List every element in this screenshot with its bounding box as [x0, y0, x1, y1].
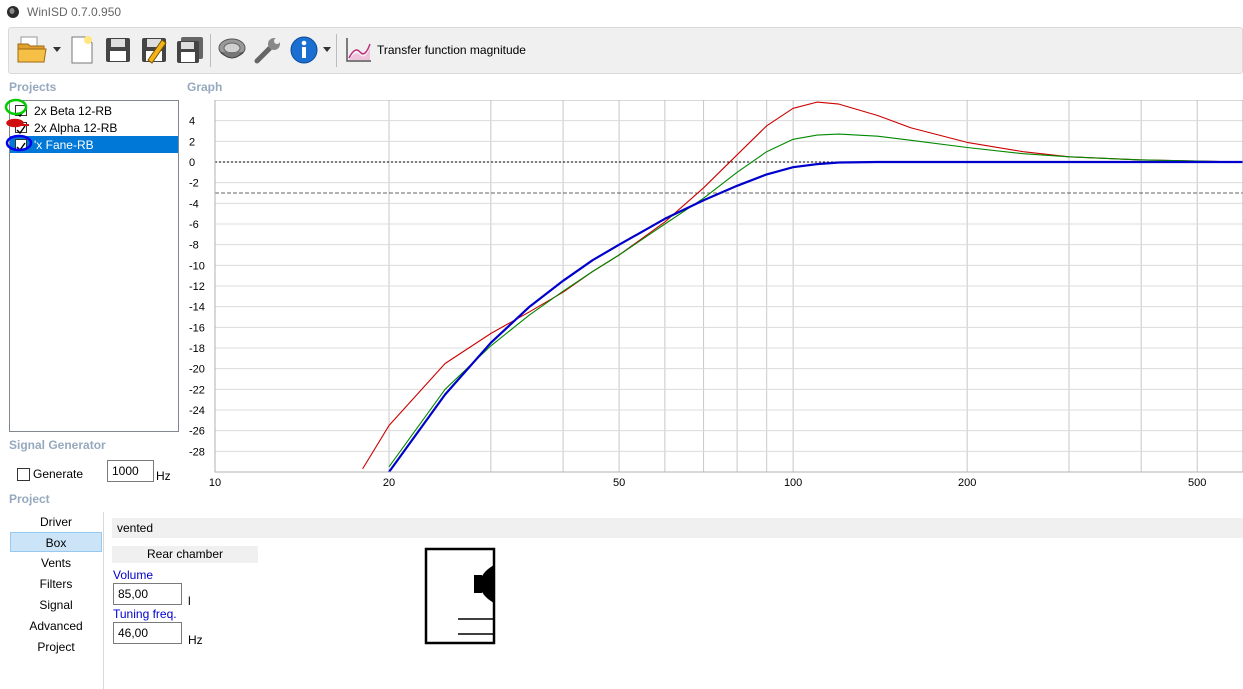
x-tick-label: 20	[383, 477, 395, 489]
tuning-freq-input[interactable]	[113, 622, 182, 644]
generate-checkbox[interactable]	[17, 468, 30, 481]
y-tick-label: -18	[189, 343, 205, 355]
open-dropdown-arrow-icon[interactable]	[53, 45, 61, 53]
y-tick-label: -26	[189, 426, 205, 438]
y-tick-label: -4	[189, 198, 199, 210]
y-tick-label: 0	[189, 157, 195, 169]
frequency-unit: Hz	[156, 469, 171, 483]
title-bar: WinISD 0.7.0.950	[0, 0, 1243, 26]
x-tick-label: 10	[209, 477, 221, 489]
info-icon	[290, 36, 318, 64]
volume-input[interactable]	[113, 583, 182, 605]
y-tick-label: 2	[189, 136, 195, 148]
projects-title: Projects	[9, 80, 57, 94]
save-as-project-button[interactable]	[137, 33, 171, 67]
nav-project[interactable]: Project	[10, 637, 102, 657]
box-diagram	[424, 547, 496, 645]
y-tick-label: -6	[189, 219, 199, 231]
nav-driver[interactable]: Driver	[10, 512, 102, 532]
tuning-freq-label: Tuning freq.	[113, 607, 177, 621]
floppy-multiple-icon	[177, 37, 203, 63]
info-dropdown-arrow-icon[interactable]	[323, 45, 331, 53]
graph-title: Graph	[187, 80, 223, 94]
y-tick-label: -28	[189, 446, 205, 458]
y-tick-label: -16	[189, 322, 205, 334]
tools-button[interactable]	[251, 33, 285, 67]
rear-chamber-header: Rear chamber	[112, 546, 258, 563]
generate-label: Generate	[33, 467, 84, 481]
speaker-driver-icon	[218, 38, 246, 59]
graph-chart-icon	[346, 38, 371, 62]
red-circle-marker	[6, 118, 24, 128]
y-tick-label: -8	[189, 240, 199, 252]
tuning-freq-unit: Hz	[188, 633, 203, 647]
y-tick-label: -20	[189, 364, 205, 376]
frequency-input[interactable]	[107, 460, 154, 482]
x-tick-label: 100	[784, 477, 802, 489]
blue-circle-marker	[5, 134, 33, 152]
app-logo-icon	[7, 6, 19, 18]
signal-generator-title: Signal Generator	[9, 438, 106, 452]
new-document-icon	[71, 36, 93, 64]
box-type-selector[interactable]: vented	[112, 518, 1243, 538]
project-label: 2x Alpha 12-RB	[34, 121, 118, 135]
y-tick-label: -2	[189, 178, 199, 190]
graph-grid	[214, 100, 1243, 473]
y-tick-label: 4	[189, 116, 195, 128]
graph-series	[362, 101, 1243, 473]
projects-list[interactable]: 2x Beta 12-RB 2x Alpha 12-RB 'x Fane-RB	[4, 98, 179, 432]
window-title: WinISD 0.7.0.950	[27, 5, 122, 19]
y-tick-label: -10	[189, 260, 205, 272]
info-button[interactable]	[287, 33, 321, 67]
wrench-icon	[254, 38, 280, 64]
nav-signal[interactable]: Signal	[10, 595, 102, 615]
toolbar-separator	[210, 34, 211, 67]
project-label: 2x Beta 12-RB	[34, 104, 113, 118]
volume-unit: l	[188, 594, 191, 608]
new-project-button[interactable]	[65, 33, 99, 67]
toolbar-separator	[336, 34, 337, 67]
x-tick-label: 50	[613, 477, 625, 489]
enclosure-outline	[424, 547, 496, 645]
x-tick-label: 500	[1188, 477, 1206, 489]
driver-editor-button[interactable]	[215, 33, 249, 67]
floppy-icon	[106, 38, 130, 62]
graph-type-button[interactable]	[341, 33, 375, 67]
driver-magnet-icon	[474, 575, 482, 593]
volume-label: Volume	[113, 568, 154, 582]
winisd-window: WinISD 0.7.0.950 Transfer function magni…	[0, 0, 1243, 689]
project-color-markers	[4, 98, 33, 152]
open-project-button[interactable]	[15, 33, 49, 67]
box-panel: vented Rear chamber Volume l Tuning freq…	[104, 512, 1243, 689]
folder-open-icon	[17, 36, 47, 63]
toolbar: Transfer function magnitude	[8, 27, 1243, 74]
y-tick-label: -14	[189, 302, 205, 314]
graph-y-ticks: 4 2 0 -2 -4 -6 -8 -10 -12 -14 -16 -18 -20 -22 -24 -26 -2…	[189, 116, 205, 459]
x-tick-label: 200	[958, 477, 976, 489]
save-all-button[interactable]	[173, 33, 207, 67]
graph-type-label[interactable]: Transfer function magnitude	[377, 43, 526, 57]
floppy-pencil-icon	[142, 38, 167, 64]
nav-vents[interactable]: Vents	[10, 553, 102, 573]
y-tick-label: -24	[189, 405, 205, 417]
series-line	[388, 160, 1243, 473]
nav-filters[interactable]: Filters	[10, 574, 102, 594]
y-tick-label: -12	[189, 281, 205, 293]
nav-box[interactable]: Box	[10, 532, 102, 552]
project-section-title: Project	[9, 492, 50, 506]
series-line	[388, 133, 1243, 468]
graph-x-ticks: 10 20 50 100 200 500	[209, 477, 1207, 489]
y-tick-label: -22	[189, 384, 205, 396]
nav-advanced[interactable]: Advanced	[10, 616, 102, 636]
save-project-button[interactable]	[101, 33, 135, 67]
graph-area[interactable]: 420-2-4-6-8-10-12-14-16-18-20-22-24-26-2…	[185, 100, 1243, 490]
green-circle-marker	[4, 98, 28, 116]
